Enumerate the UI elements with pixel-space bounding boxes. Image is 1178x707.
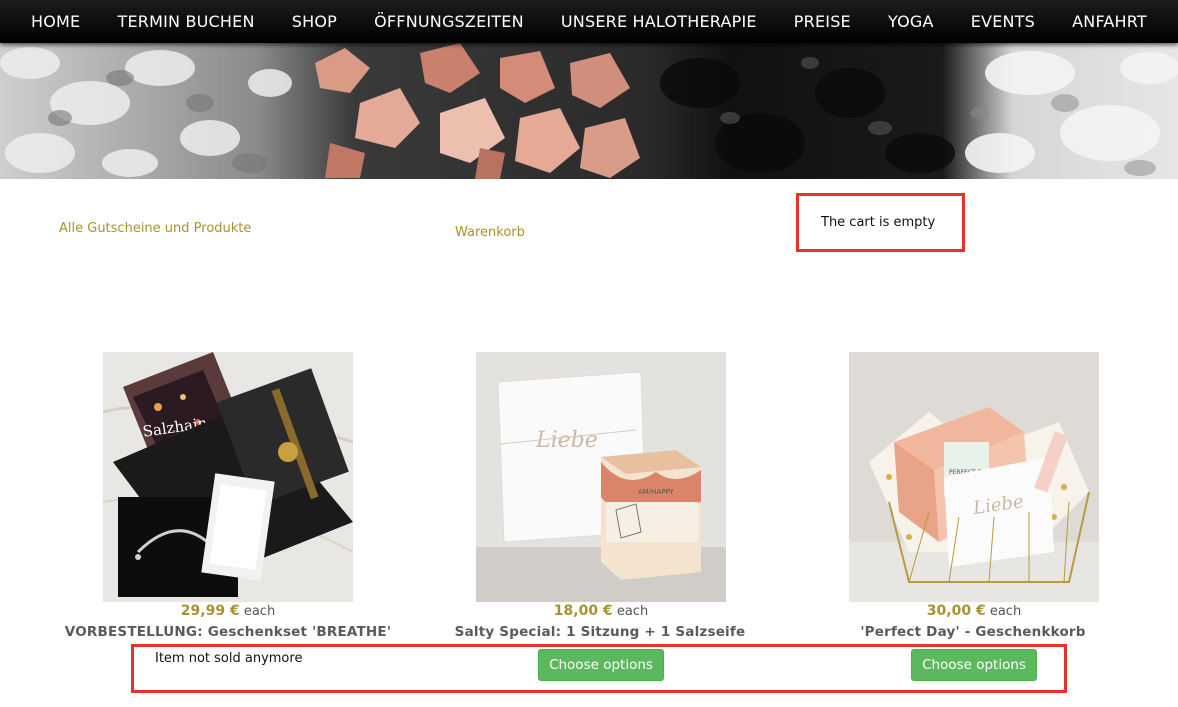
product-1-price: 29,99 € <box>180 603 240 619</box>
product-image-salty-special[interactable]: Liebe AM/HAPPY <box>476 352 726 602</box>
nav-item-oeffnungszeiten[interactable]: ÖFFNUNGSZEITEN <box>374 12 524 31</box>
cart-link[interactable]: Warenkorb <box>455 225 525 240</box>
product-1-title[interactable]: VORBESTELLUNG: Geschenkset 'BREATHE' <box>28 624 428 640</box>
product-1-price-line: 29,99 € each <box>42 603 414 619</box>
nav-item-shop[interactable]: SHOP <box>292 12 337 31</box>
product-2-price-unit: each <box>616 604 649 619</box>
cart-status-text: The cart is empty <box>821 215 936 230</box>
nav-item-preise[interactable]: PREISE <box>794 12 851 31</box>
product-2-title[interactable]: Salty Special: 1 Sitzung + 1 Salzseife <box>400 624 800 640</box>
all-products-link[interactable]: Alle Gutscheine und Produkte <box>59 221 251 236</box>
product-3-choose-options-button[interactable]: Choose options <box>911 649 1037 681</box>
product-image-breathe[interactable]: Salzhain <box>103 352 353 602</box>
product-3-price-line: 30,00 € each <box>788 603 1160 619</box>
header-banner-image <box>0 43 1178 179</box>
product-2-choose-options-button[interactable]: Choose options <box>538 649 664 681</box>
nav-item-termin-buchen[interactable]: TERMIN BUCHEN <box>117 12 254 31</box>
product-3-title[interactable]: 'Perfect Day' - Geschenkkorb <box>773 624 1173 640</box>
product-2-soap-label: AM/HAPPY <box>638 488 675 496</box>
nav-item-halotherapie[interactable]: UNSERE HALOTHERAPIE <box>561 12 757 31</box>
product-2-card-text: Liebe <box>535 428 598 453</box>
nav-item-anfahrt[interactable]: ANFAHRT <box>1072 12 1147 31</box>
main-nav: HOME TERMIN BUCHEN SHOP ÖFFNUNGSZEITEN U… <box>0 0 1178 43</box>
product-1-not-sold-text: Item not sold anymore <box>155 651 303 666</box>
nav-item-home[interactable]: HOME <box>31 12 80 31</box>
product-image-perfect-day[interactable]: PERFECT DAY Liebe <box>849 352 1099 602</box>
nav-item-yoga[interactable]: YOGA <box>888 12 934 31</box>
product-2-price-line: 18,00 € each <box>415 603 787 619</box>
product-2-price: 18,00 € <box>553 603 613 619</box>
product-1-price-unit: each <box>243 604 276 619</box>
nav-item-events[interactable]: EVENTS <box>971 12 1035 31</box>
product-3-price: 30,00 € <box>926 603 986 619</box>
product-3-price-unit: each <box>989 604 1022 619</box>
